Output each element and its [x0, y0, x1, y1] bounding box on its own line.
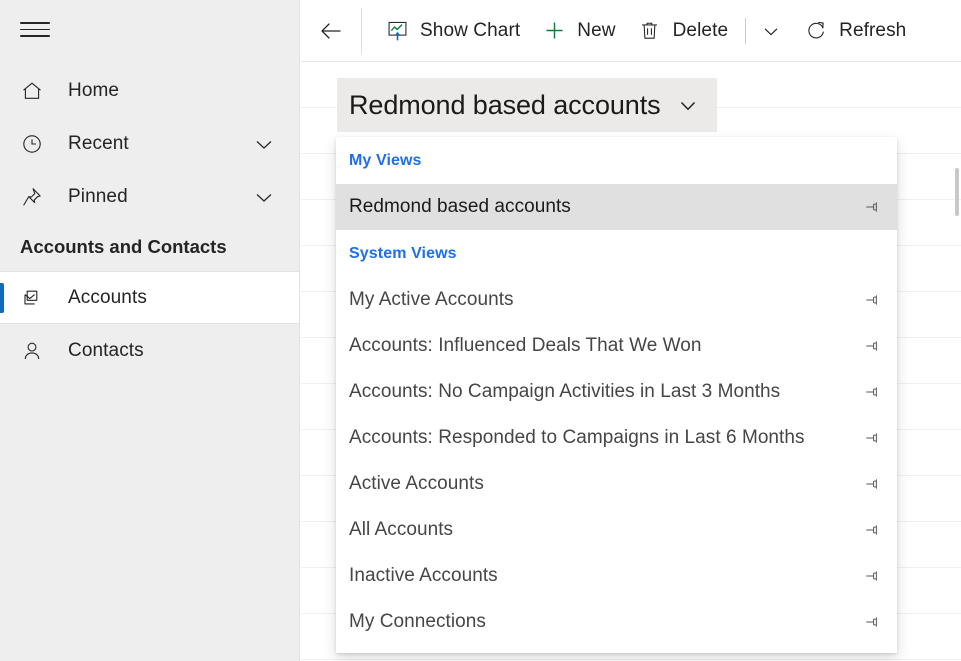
sidebar-item-pinned[interactable]: Pinned [0, 170, 299, 223]
flyout-item-accounts-influenced-deals-that-we-won[interactable]: Accounts: Influenced Deals That We Won [336, 323, 897, 369]
flyout-item-inactive-accounts[interactable]: Inactive Accounts [336, 553, 897, 599]
sidebar-item-label: Contacts [68, 339, 144, 361]
delete-button[interactable]: Delete [627, 9, 740, 53]
flyout-item-accounts-responded-to-campaigns-in-last-6-months[interactable]: Accounts: Responded to Campaigns in Last… [336, 415, 897, 461]
plus-icon [542, 19, 566, 43]
delete-label: Delete [672, 19, 729, 41]
flyout-item-active-accounts[interactable]: Active Accounts [336, 461, 897, 507]
overflow-menu-button[interactable] [752, 9, 790, 53]
sidebar-item-label: Accounts [68, 286, 147, 308]
sidebar-item-recent[interactable]: Recent [0, 117, 299, 170]
flyout-item-my-connections[interactable]: My Connections [336, 599, 897, 645]
unpin-icon[interactable] [861, 427, 883, 449]
show-chart-button[interactable]: Show Chart [374, 9, 531, 53]
flyout-group-header-my-views: My Views [349, 151, 422, 169]
flyout-item-label: All Accounts [349, 519, 454, 540]
flyout-item-my-active-accounts[interactable]: My Active Accounts [336, 277, 897, 323]
unpin-icon[interactable] [861, 381, 883, 403]
view-selector-title: Redmond based accounts [349, 89, 661, 120]
flyout-item-redmond-based-accounts[interactable]: Redmond based accounts [336, 184, 897, 230]
flyout-item-label: Accounts: Responded to Campaigns in Last… [349, 427, 805, 448]
unpin-icon[interactable] [861, 289, 883, 311]
view-selector-button[interactable]: Redmond based accounts [337, 78, 717, 132]
sidebar-item-label: Home [68, 79, 120, 101]
sidebar-item-home[interactable]: Home [0, 64, 299, 117]
unpin-icon[interactable] [861, 519, 883, 541]
sidebar: Home Recent Pinned Accounts and Contacts… [0, 0, 300, 661]
trash-icon [638, 19, 662, 43]
chevron-down-icon [675, 92, 701, 118]
flyout-group-header-system-views: System Views [349, 244, 457, 262]
flyout-item-label: Accounts: No Campaign Activities in Last… [349, 381, 781, 402]
unpin-icon[interactable] [861, 611, 883, 633]
hamburger-icon[interactable] [20, 22, 50, 42]
accounts-icon [20, 286, 50, 310]
sidebar-item-contacts[interactable]: Contacts [0, 324, 299, 377]
chevron-down-icon [759, 19, 783, 43]
show-chart-icon [385, 19, 409, 43]
sidebar-item-accounts[interactable]: Accounts [0, 271, 299, 324]
flyout-item-all-accounts[interactable]: All Accounts [336, 507, 897, 553]
home-icon [20, 79, 50, 103]
flyout-item-label: My Active Accounts [349, 289, 514, 310]
flyout-item-label: Redmond based accounts [349, 196, 571, 217]
sidebar-item-label: Recent [68, 132, 129, 154]
flyout-item-label: Accounts: Influenced Deals That We Won [349, 335, 702, 356]
sidebar-section-title: Accounts and Contacts [20, 236, 227, 257]
new-button[interactable]: New [531, 9, 626, 53]
command-bar: Show Chart New Delete Refresh [301, 0, 961, 62]
sidebar-item-label: Pinned [68, 185, 128, 207]
refresh-label: Refresh [839, 19, 907, 41]
clock-icon [20, 132, 50, 156]
refresh-icon [804, 19, 828, 43]
contact-person-icon [20, 339, 50, 363]
chevron-down-icon[interactable] [251, 131, 277, 157]
show-chart-label: Show Chart [420, 19, 521, 41]
back-arrow-icon [317, 17, 345, 45]
command-divider [745, 17, 747, 44]
selection-indicator [0, 282, 4, 313]
new-label: New [577, 19, 616, 41]
unpin-icon[interactable] [861, 196, 883, 218]
unpin-icon[interactable] [861, 565, 883, 587]
refresh-button[interactable]: Refresh [790, 9, 917, 53]
toolbar-separator [361, 7, 362, 54]
back-button[interactable] [301, 0, 361, 62]
view-selector-flyout: My Views Redmond based accounts System V… [336, 137, 897, 653]
unpin-icon[interactable] [861, 473, 883, 495]
chevron-down-icon[interactable] [251, 184, 277, 210]
flyout-item-label: Active Accounts [349, 473, 484, 494]
unpin-icon[interactable] [861, 335, 883, 357]
app-root: Home Recent Pinned Accounts and Contacts… [0, 0, 961, 661]
flyout-item-accounts-no-campaign-activities-in-last-3-months[interactable]: Accounts: No Campaign Activities in Last… [336, 369, 897, 415]
flyout-item-label: Inactive Accounts [349, 565, 498, 586]
pin-icon [20, 185, 50, 209]
flyout-item-label: My Connections [349, 611, 486, 632]
vertical-scrollbar[interactable] [955, 168, 959, 216]
